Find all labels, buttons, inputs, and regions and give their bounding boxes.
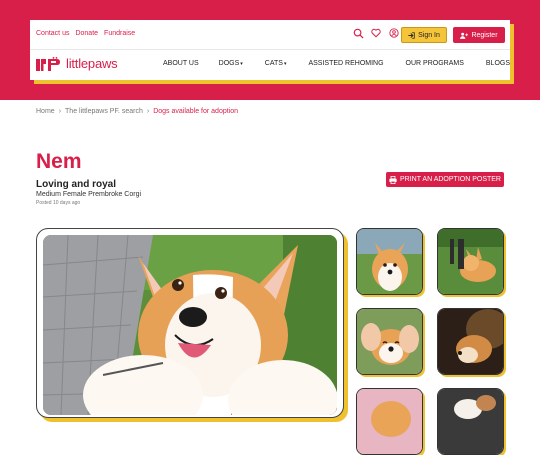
nav-item-about-us[interactable]: ABOUT US	[163, 60, 199, 67]
pet-descriptor: Medium Female Prembroke Corgi	[36, 191, 142, 198]
breadcrumb: Home › The littlepaws PF. search › Dogs …	[36, 108, 238, 115]
thumbnail-3[interactable]	[356, 308, 423, 375]
nav-label: DOGS	[218, 60, 240, 67]
nav-item-cats[interactable]: CATS▾	[265, 60, 287, 67]
utility-links: Contact us Donate Fundraise	[36, 30, 135, 37]
breadcrumb-home[interactable]: Home	[36, 108, 55, 115]
sign-in-label: Sign In	[418, 31, 440, 39]
utility-bar: Contact us Donate Fundraise Sign In Regi…	[30, 20, 510, 50]
contact-us-link[interactable]: Contact us	[36, 30, 69, 37]
register-button[interactable]: Register	[453, 27, 505, 43]
fundraise-link[interactable]: Fundraise	[104, 30, 135, 37]
nav-item-assisted-rehoming[interactable]: ASSISTED REHOMING	[308, 60, 383, 67]
nav-item-blogs[interactable]: BLOGS	[486, 60, 510, 67]
nav-menu: ABOUT US DOGS▾ CATS▾ ASSISTED REHOMING O…	[163, 60, 510, 67]
breadcrumb-search[interactable]: The littlepaws PF. search	[65, 108, 143, 115]
search-icon[interactable]	[352, 27, 364, 39]
pet-tagline: Loving and royal	[36, 179, 117, 190]
chevron-right-icon: ›	[58, 108, 62, 115]
breadcrumb-current: Dogs available for adoption	[153, 108, 239, 115]
printer-icon	[389, 175, 397, 184]
chevron-right-icon: ›	[146, 108, 150, 115]
logo-text: littlepaws	[66, 56, 118, 71]
thumbnail-6[interactable]	[437, 388, 504, 455]
thumbnail-1[interactable]	[356, 228, 423, 295]
main-dog-photo[interactable]	[43, 235, 337, 415]
caret-down-icon: ▾	[283, 61, 287, 67]
main-photo-frame	[36, 228, 344, 418]
sign-in-icon	[408, 31, 415, 39]
nav-label: CATS	[264, 60, 283, 67]
nav-item-dogs[interactable]: DOGS▾	[219, 60, 243, 67]
utility-icons	[352, 27, 400, 39]
pet-name: Nem	[36, 150, 82, 173]
posted-date: Posted 10 days ago	[36, 200, 81, 206]
print-adoption-poster-button[interactable]: PRINT AN ADOPTION POSTER	[386, 172, 504, 187]
register-label: Register	[471, 31, 498, 39]
thumbnail-4[interactable]	[437, 308, 504, 375]
site-logo[interactable]: littlepaws	[36, 56, 118, 71]
sign-in-button[interactable]: Sign In	[401, 27, 447, 43]
thumbnail-2[interactable]	[437, 228, 504, 295]
heart-icon[interactable]	[370, 27, 382, 39]
main-nav: littlepaws ABOUT US DOGS▾ CATS▾ ASSISTED…	[30, 50, 510, 80]
thumbnail-5[interactable]	[356, 388, 423, 455]
user-plus-icon	[460, 32, 469, 39]
nav-label: ASSISTED REHOMING	[308, 60, 384, 67]
donate-link[interactable]: Donate	[75, 30, 98, 37]
caret-down-icon: ▾	[240, 61, 243, 67]
nav-label: OUR PROGRAMS	[405, 60, 464, 67]
nav-item-our-programs[interactable]: OUR PROGRAMS	[406, 60, 464, 67]
nav-label: BLOGS	[485, 60, 511, 67]
paw-logo-icon	[36, 56, 60, 71]
print-poster-label: PRINT AN ADOPTION POSTER	[399, 176, 501, 183]
user-circle-icon[interactable]	[388, 27, 400, 39]
nav-label: ABOUT US	[163, 60, 199, 67]
site-header: Contact us Donate Fundraise Sign In Regi…	[30, 20, 510, 80]
